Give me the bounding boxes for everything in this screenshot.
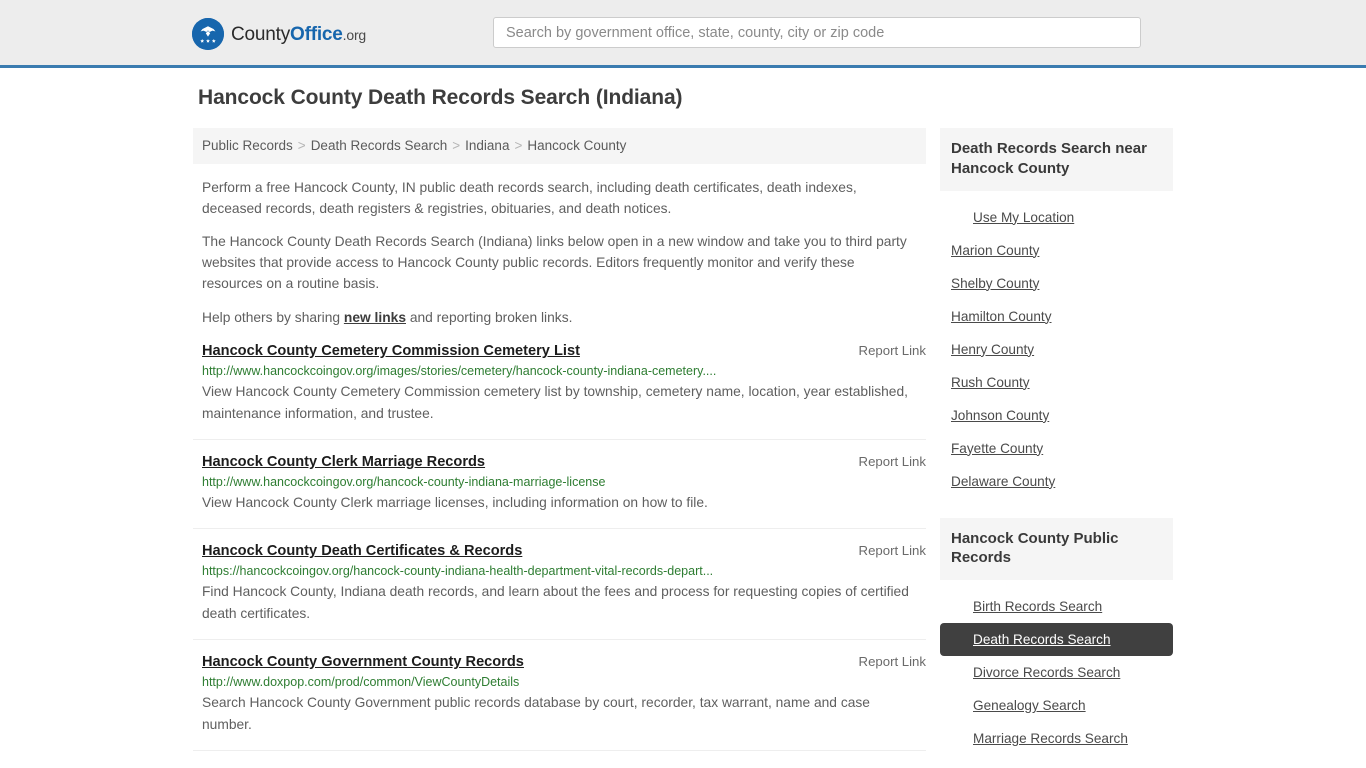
result-item: Hancock County Clerk Marriage Records Rep… <box>193 454 926 530</box>
breadcrumb-separator: > <box>297 138 306 153</box>
sidebar: Death Records Search near Hancock County… <box>940 128 1173 768</box>
sidebar-panel-list: Birth Records Search Death Records Search… <box>940 580 1173 755</box>
result-title-link[interactable]: Hancock County Cemetery Commission Cemet… <box>202 343 580 359</box>
logo-wordmark: CountyOffice.org <box>231 25 366 44</box>
sidebar-panel-title: Hancock County Public Records <box>940 517 1173 581</box>
report-link-button[interactable]: Report Link <box>859 543 926 558</box>
sidebar-list-item: Death Records Search <box>940 623 1173 657</box>
sidebar-item-genealogy-search[interactable]: Genealogy Search <box>940 689 1173 722</box>
share-prefix: Help others by sharing <box>202 310 344 326</box>
sidebar-item-rush-county[interactable]: Rush County <box>940 366 1173 399</box>
sidebar-list-item: Genealogy Search <box>940 689 1173 722</box>
logo-text-county: County <box>231 23 291 45</box>
result-description: View Hancock County Cemetery Commission … <box>202 384 908 421</box>
sidebar-list-item: Divorce Records Search <box>940 656 1173 689</box>
sidebar-item-death-records-search[interactable]: Death Records Search <box>940 623 1173 657</box>
result-title-link[interactable]: Hancock County Government County Records <box>202 654 524 670</box>
result-description: Find Hancock County, Indiana death recor… <box>202 584 909 621</box>
sidebar-list-item: Henry County <box>940 333 1173 366</box>
sidebar-panel-2: Hancock County Public Records Birth Recor… <box>940 517 1173 756</box>
main-column: Public Records > Death Records Search > Indi… <box>193 128 926 765</box>
sidebar-list-item: Hamilton County <box>940 300 1173 333</box>
logo-text-office: Office <box>290 23 343 45</box>
intro-paragraph-1: Perform a free Hancock County, IN public… <box>202 179 857 216</box>
sidebar-item-marriage-records-search[interactable]: Marriage Records Search <box>940 722 1173 755</box>
result-header: Hancock County Cemetery Commission Cemet… <box>202 343 926 359</box>
result-title-link[interactable]: Hancock County Death Certificates & Reco… <box>202 543 522 559</box>
result-title-link[interactable]: Hancock County Clerk Marriage Records <box>202 454 485 470</box>
result-url[interactable]: http://www.hancockcoingov.org/images/sto… <box>202 364 926 378</box>
page-title: Hancock County Death Records Search (Ind… <box>198 86 683 109</box>
new-links-link[interactable]: new links <box>344 310 406 325</box>
sidebar-list-item: Delaware County <box>940 465 1173 498</box>
result-item: Hancock County Government County Records… <box>193 654 926 751</box>
result-url[interactable]: http://www.hancockcoingov.org/hancock-co… <box>202 475 926 489</box>
columns: Public Records > Death Records Search > Indi… <box>193 128 1173 768</box>
report-link-button[interactable]: Report Link <box>859 343 926 358</box>
sidebar-item-johnson-county[interactable]: Johnson County <box>940 399 1173 432</box>
page-body: Hancock County Death Records Search (Ind… <box>0 68 1366 768</box>
sidebar-list-item: Johnson County <box>940 399 1173 432</box>
sidebar-list-item: Use My Location <box>940 201 1173 234</box>
logo-text-org: .org <box>342 26 367 43</box>
intro-paragraph-2: The Hancock County Death Records Search … <box>202 234 907 292</box>
result-description: Search Hancock County Government public … <box>202 695 870 732</box>
result-header: Hancock County Government County Records… <box>202 654 926 670</box>
sidebar-list-item: Marriage Records Search <box>940 722 1173 755</box>
result-url[interactable]: http://www.doxpop.com/prod/common/ViewCo… <box>202 675 926 689</box>
sidebar-item-delaware-county[interactable]: Delaware County <box>940 465 1173 498</box>
sidebar-item-fayette-county[interactable]: Fayette County <box>940 432 1173 465</box>
intro-section: Perform a free Hancock County, IN public… <box>193 178 926 330</box>
sidebar-item-divorce-records-search[interactable]: Divorce Records Search <box>940 656 1173 689</box>
sidebar-item-shelby-county[interactable]: Shelby County <box>940 267 1173 300</box>
breadcrumb-item-1[interactable]: Public Records <box>202 138 293 153</box>
breadcrumb-separator: > <box>514 138 523 153</box>
sidebar-list-item: Fayette County <box>940 432 1173 465</box>
sidebar-panel-list: Use My Location Marion County Shelby Count… <box>940 191 1173 498</box>
sidebar-list-item: Birth Records Search <box>940 590 1173 623</box>
sidebar-item-birth-records-search[interactable]: Birth Records Search <box>940 590 1173 623</box>
sidebar-item-henry-county[interactable]: Henry County <box>940 333 1173 366</box>
result-description: View Hancock County Clerk marriage licen… <box>202 495 708 511</box>
result-header: Hancock County Clerk Marriage Records Rep… <box>202 454 926 470</box>
results-list: Hancock County Cemetery Commission Cemet… <box>193 343 926 751</box>
content-container: Hancock County Death Records Search (Ind… <box>193 68 1173 768</box>
breadcrumb: Public Records > Death Records Search > Indi… <box>193 128 926 164</box>
breadcrumb-item-2[interactable]: Death Records Search <box>311 138 448 153</box>
sidebar-list-item: Shelby County <box>940 267 1173 300</box>
sidebar-item-use-my-location[interactable]: Use My Location <box>940 201 1173 234</box>
breadcrumb-item-3[interactable]: Indiana <box>465 138 509 153</box>
sidebar-list-item: Marion County <box>940 234 1173 267</box>
sidebar-item-marion-county[interactable]: Marion County <box>940 234 1173 267</box>
share-suffix: and reporting broken links. <box>406 310 573 326</box>
result-item: Hancock County Death Certificates & Reco… <box>193 543 926 641</box>
sidebar-panel-title: Death Records Search near Hancock County <box>940 128 1173 191</box>
sidebar-panel-1: Death Records Search near Hancock County… <box>940 128 1173 498</box>
breadcrumb-item-4: Hancock County <box>527 138 627 153</box>
report-link-button[interactable]: Report Link <box>859 454 926 469</box>
site-header: CountyOffice.org <box>0 0 1366 68</box>
result-item: Hancock County Cemetery Commission Cemet… <box>193 343 926 441</box>
breadcrumb-separator: > <box>452 138 461 153</box>
site-logo[interactable]: CountyOffice.org <box>192 18 366 50</box>
share-paragraph: Help others by sharing new links and rep… <box>202 308 907 329</box>
eagle-shield-icon <box>192 18 224 50</box>
search-input[interactable] <box>493 17 1141 48</box>
result-url[interactable]: https://hancockcoingov.org/hancock-count… <box>202 564 926 578</box>
report-link-button[interactable]: Report Link <box>859 654 926 669</box>
sidebar-list-item: Rush County <box>940 366 1173 399</box>
sidebar-item-hamilton-county[interactable]: Hamilton County <box>940 300 1173 333</box>
result-header: Hancock County Death Certificates & Reco… <box>202 543 926 559</box>
